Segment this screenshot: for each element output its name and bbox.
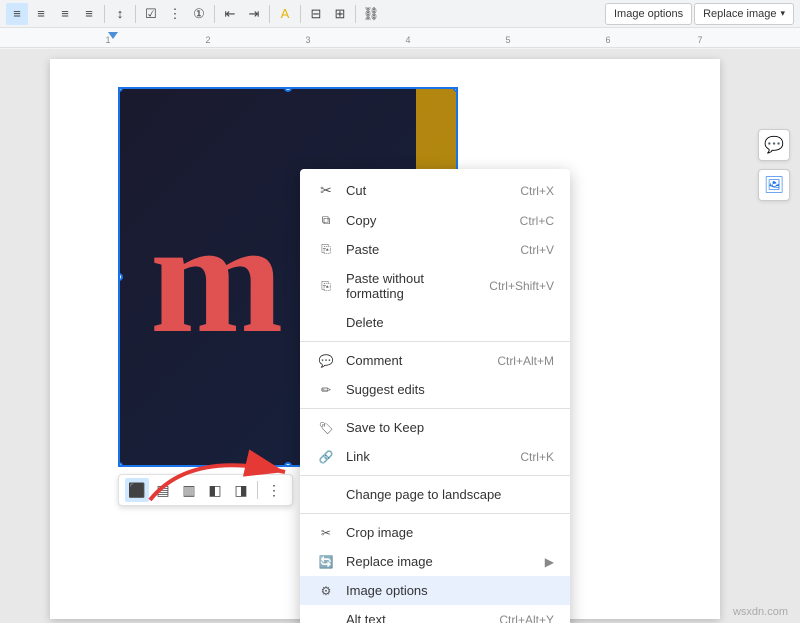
menu-item-comment[interactable]: 💬 Comment Ctrl+Alt+M <box>300 346 570 375</box>
ruler-mark-5: 5 <box>505 35 510 45</box>
ruler-mark-3: 3 <box>305 35 310 45</box>
comment-icon: 💬 <box>764 135 784 155</box>
menu-item-delete[interactable]: Delete <box>300 308 570 337</box>
comment-label: Comment <box>346 353 489 368</box>
menu-item-alt-text[interactable]: Alt text Ctrl+Alt+Y <box>300 605 570 623</box>
menu-divider-3 <box>300 475 570 476</box>
menu-item-paste[interactable]: ⎘ Paste Ctrl+V <box>300 235 570 264</box>
replace-icon: 🔄 <box>316 555 336 569</box>
ruler-mark-2: 2 <box>205 35 210 45</box>
menu-item-replace-image[interactable]: 🔄 Replace image ▶ <box>300 547 570 576</box>
menu-item-save-to-keep[interactable]: 🏷 Save to Keep <box>300 413 570 442</box>
bullet-list-icon[interactable]: ⋮ <box>164 3 186 25</box>
handle-bot-left[interactable] <box>118 462 123 467</box>
line-spacing-icon[interactable]: ↕ <box>109 3 131 25</box>
image-sidebar-button[interactable]: 🖼 <box>758 169 790 201</box>
alt-text-label: Alt text <box>346 612 491 623</box>
replace-image-chevron: ▾ <box>780 8 785 19</box>
crop-icon: ✂ <box>316 526 336 540</box>
paste-icon: ⎘ <box>316 242 336 257</box>
landscape-label: Change page to landscape <box>346 487 554 502</box>
replace-image-arrow: ▶ <box>545 555 554 569</box>
paste-shortcut: Ctrl+V <box>520 243 554 257</box>
right-sidebar: 💬 🖼 <box>758 129 790 201</box>
divider-4 <box>269 5 270 23</box>
replace-image-label: Replace image <box>346 554 545 569</box>
paste-no-format-label: Paste without formatting <box>346 271 481 301</box>
menu-item-landscape[interactable]: Change page to landscape <box>300 480 570 509</box>
top-toolbar: ≡ ≡ ≡ ≡ ↕ ☑ ⋮ ① ⇤ ⇥ A ⊟ ⊞ ⛓ Image option… <box>0 0 800 28</box>
copy-icon: ⧉ <box>316 213 336 228</box>
suggest-edits-label: Suggest edits <box>346 382 554 397</box>
cut-icon: ✂ <box>316 182 336 199</box>
comment-sidebar-button[interactable]: 💬 <box>758 129 790 161</box>
menu-item-image-options[interactable]: ⚙ Image options <box>300 576 570 605</box>
crop-image-label: Crop image <box>346 525 554 540</box>
image-options-label: Image options <box>614 8 683 20</box>
context-menu: ✂ Cut Ctrl+X ⧉ Copy Ctrl+C ⎘ Paste Ctrl+… <box>300 169 570 623</box>
increase-indent-icon[interactable]: ⇥ <box>243 3 265 25</box>
align-justify-icon[interactable]: ≡ <box>78 3 100 25</box>
menu-item-paste-no-format[interactable]: ⎘ Paste without formatting Ctrl+Shift+V <box>300 264 570 308</box>
divider-6 <box>355 5 356 23</box>
ruler-mark-7: 7 <box>697 35 702 45</box>
save-to-keep-label: Save to Keep <box>346 420 554 435</box>
alt-text-shortcut: Ctrl+Alt+Y <box>499 613 554 623</box>
cut-shortcut: Ctrl+X <box>520 184 554 198</box>
replace-image-button[interactable]: Replace image ▾ <box>694 3 794 25</box>
menu-item-crop-image[interactable]: ✂ Crop image <box>300 518 570 547</box>
divider-2 <box>135 5 136 23</box>
menu-item-suggest-edits[interactable]: ✏ Suggest edits <box>300 375 570 404</box>
menu-divider-2 <box>300 408 570 409</box>
align-left-icon[interactable]: ≡ <box>6 3 28 25</box>
divider-1 <box>104 5 105 23</box>
image-options-menu-label: Image options <box>346 583 554 598</box>
ruler: 1 2 3 4 5 6 7 <box>0 28 800 48</box>
keep-icon: 🏷 <box>316 421 336 435</box>
comment-shortcut: Ctrl+Alt+M <box>497 354 554 368</box>
ruler-mark-1: 1 <box>105 35 110 45</box>
image-options-button[interactable]: Image options <box>605 3 692 25</box>
link-icon: 🔗 <box>316 450 336 464</box>
insert-link-icon[interactable]: ⛓ <box>360 3 382 25</box>
align-right-icon[interactable]: ≡ <box>54 3 76 25</box>
suggest-edits-icon: ✏ <box>316 383 336 397</box>
menu-item-copy[interactable]: ⧉ Copy Ctrl+C <box>300 206 570 235</box>
divider-3 <box>214 5 215 23</box>
align-options-icon[interactable]: ⊟ <box>305 3 327 25</box>
cut-label: Cut <box>346 183 512 198</box>
handle-top-right[interactable] <box>453 87 458 92</box>
watermark: wsxdn.com <box>733 606 788 618</box>
checklist-icon[interactable]: ☑ <box>140 3 162 25</box>
paste-no-format-shortcut: Ctrl+Shift+V <box>489 279 554 293</box>
comment-icon-menu: 💬 <box>316 354 336 368</box>
paste-no-format-icon: ⎘ <box>316 279 336 294</box>
ruler-mark-4: 4 <box>405 35 410 45</box>
link-label: Link <box>346 449 512 464</box>
ruler-mark-6: 6 <box>605 35 610 45</box>
image-letter: m <box>150 197 283 357</box>
align-center-icon[interactable]: ≡ <box>30 3 52 25</box>
link-shortcut: Ctrl+K <box>520 450 554 464</box>
image-options-icon: ⚙ <box>316 584 336 598</box>
copy-label: Copy <box>346 213 512 228</box>
image-icon: 🖼 <box>764 175 784 195</box>
copy-shortcut: Ctrl+C <box>520 214 554 228</box>
paste-label: Paste <box>346 242 512 257</box>
menu-item-link[interactable]: 🔗 Link Ctrl+K <box>300 442 570 471</box>
highlight-color-icon[interactable]: A <box>274 3 296 25</box>
menu-item-cut[interactable]: ✂ Cut Ctrl+X <box>300 175 570 206</box>
red-arrow-indicator <box>130 430 310 515</box>
divider-5 <box>300 5 301 23</box>
menu-divider-1 <box>300 341 570 342</box>
replace-image-label: Replace image <box>703 8 776 20</box>
menu-divider-4 <box>300 513 570 514</box>
document-area: m ⬛ ▤ ▥ ◧ ◨ ⋮ 💬 🖼 <box>0 49 800 623</box>
delete-label: Delete <box>346 315 554 330</box>
decrease-indent-icon[interactable]: ⇤ <box>219 3 241 25</box>
more-options-icon[interactable]: ⊞ <box>329 3 351 25</box>
numbered-list-icon[interactable]: ① <box>188 3 210 25</box>
